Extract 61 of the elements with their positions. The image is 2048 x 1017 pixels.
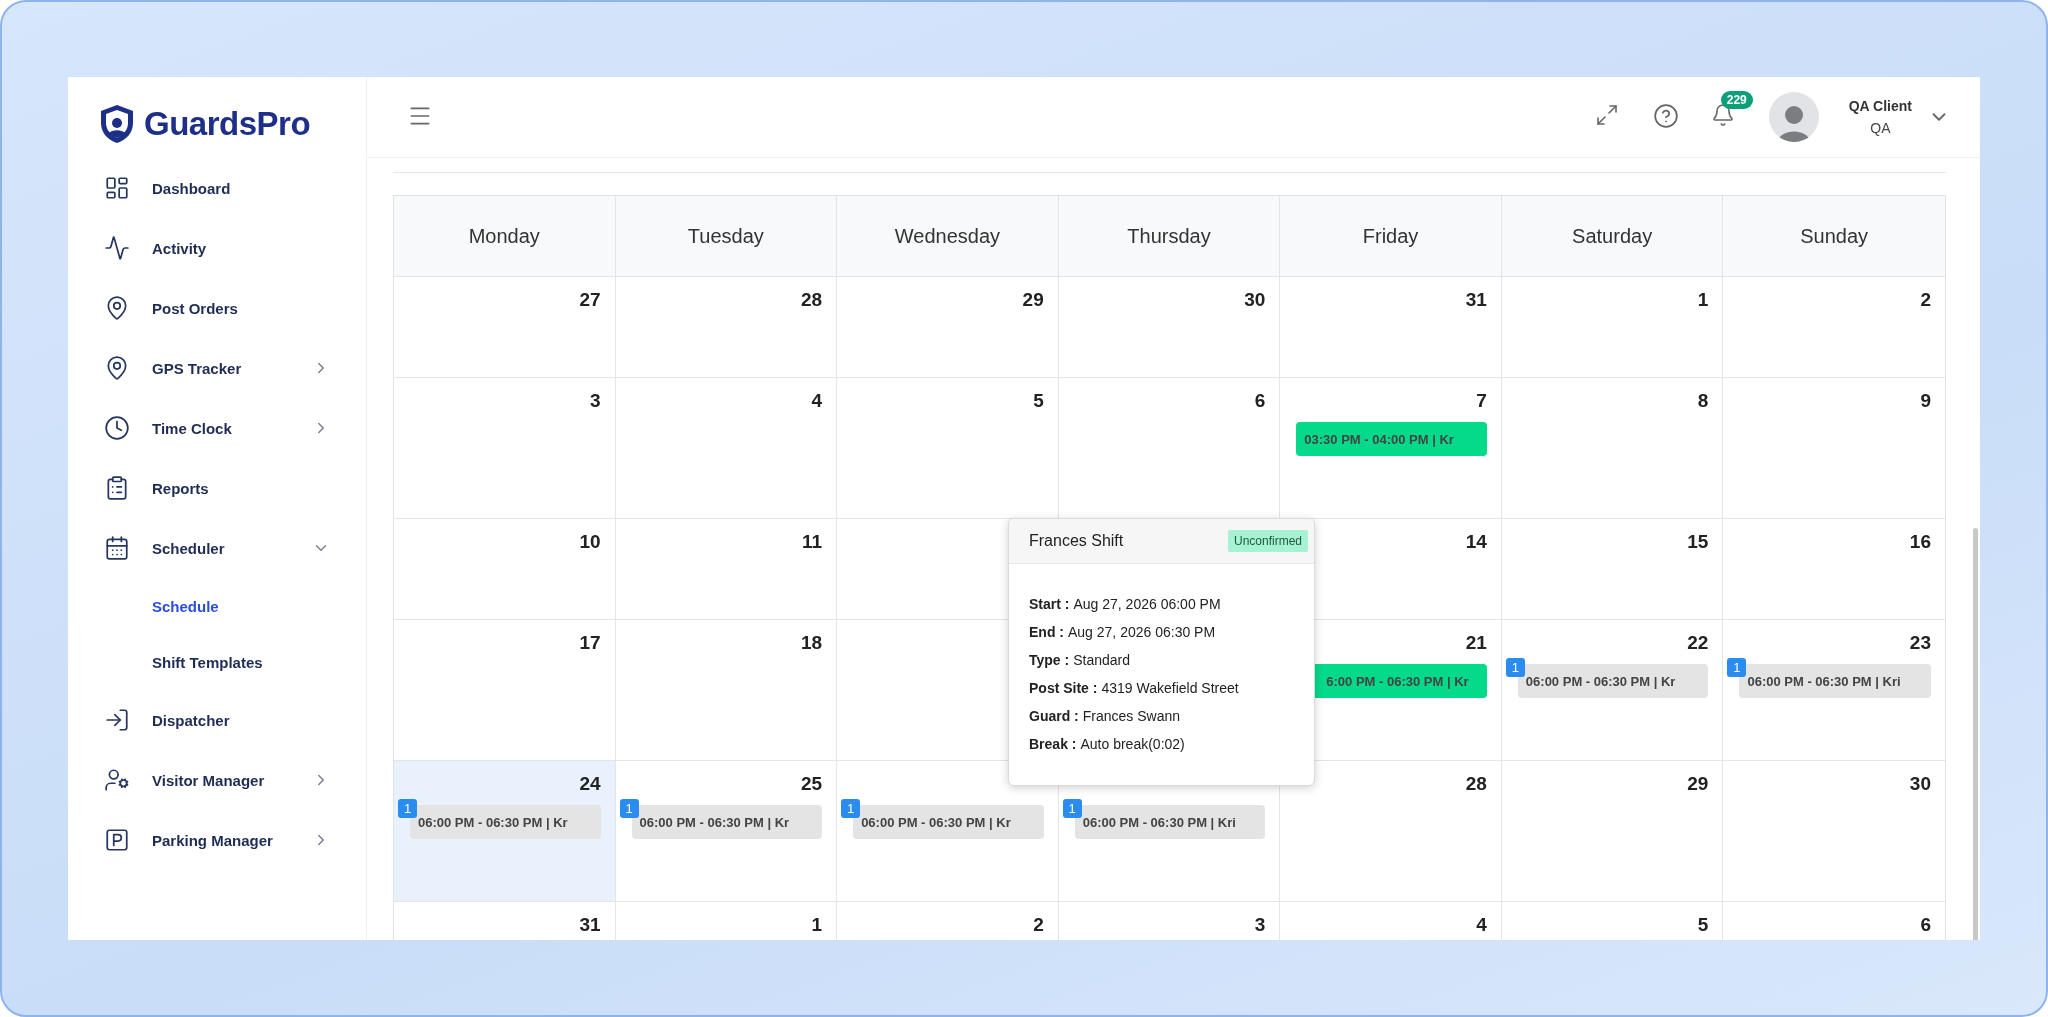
detail-line: End : Aug 27, 2026 06:30 PM [1029,624,1217,640]
date-number: 28 [1465,773,1487,796]
date-number: 23 [1909,632,1931,655]
date-number: 29 [1022,289,1044,312]
detail-line: Break : Auto break(0:02) [1029,736,1186,752]
date-number: 31 [579,914,601,937]
date-number: 8 [1697,390,1709,413]
detail-line: Type : Standard [1029,652,1132,668]
date-number: 30 [1244,289,1266,312]
date-number: 6 [1254,390,1266,413]
date-number: 9 [1920,390,1931,413]
date-number: 27 [579,289,601,312]
weekday-header: Tuesday [615,196,838,276]
weekday-header: Friday [1280,196,1502,276]
date-number: 24 [579,773,601,796]
date-number: 28 [801,289,823,312]
date-number: 7 [1476,390,1487,413]
count-badge: 1 [841,799,861,818]
count-badge: 1 [398,799,417,818]
date-number: 4 [811,390,823,413]
detail-line: Guard : Frances Swann [1029,708,1182,724]
popover-title: Frances Shift [1029,532,1124,550]
date-number: 1 [1697,289,1709,312]
user-name: QA Client [1848,98,1912,114]
date-number: 2 [1920,289,1931,312]
weekday-header: Saturday [1501,196,1724,276]
weekday-header: Sunday [1723,196,1945,276]
count-badge: 1 [1062,799,1082,818]
date-number: 16 [1909,531,1931,554]
date-number: 29 [1687,773,1709,796]
date-number: 6 [1920,914,1931,937]
count-badge: 1 [619,799,639,818]
date-number: 11 [802,531,823,554]
detail-line: Start : Aug 27, 2026 06:00 PM [1029,596,1222,612]
date-number: 2 [1033,914,1044,937]
date-number: 5 [1697,914,1709,937]
date-number: 14 [1465,531,1487,554]
date-number: 3 [590,390,601,413]
detail-line: Post Site : 4319 Wakefield Street [1029,680,1240,696]
date-number: 18 [801,632,823,655]
count-badge: 1 [1727,658,1747,677]
date-number: 30 [1909,773,1931,796]
date-number: 22 [1687,632,1709,655]
weekday-header: Thursday [1058,196,1281,276]
weekday-header: Wednesday [837,196,1059,276]
brand-name: GuardsPro [144,105,311,143]
date-number: 15 [1687,531,1709,554]
date-number: 17 [579,632,601,655]
status-badge: Unconfirmed [1227,530,1308,552]
date-number: 21 [1465,632,1487,655]
notification-badge: 229 [1720,91,1753,109]
date-number: 25 [801,773,823,796]
date-number: 4 [1476,914,1487,937]
count-badge: 1 [1505,658,1525,677]
date-number: 31 [1465,289,1487,312]
date-number: 1 [811,914,823,937]
user-role: QA [1870,120,1891,136]
date-number: 10 [579,531,601,554]
date-number: 3 [1254,914,1266,937]
date-number: 5 [1033,390,1044,413]
weekday-header: Monday [394,196,616,276]
